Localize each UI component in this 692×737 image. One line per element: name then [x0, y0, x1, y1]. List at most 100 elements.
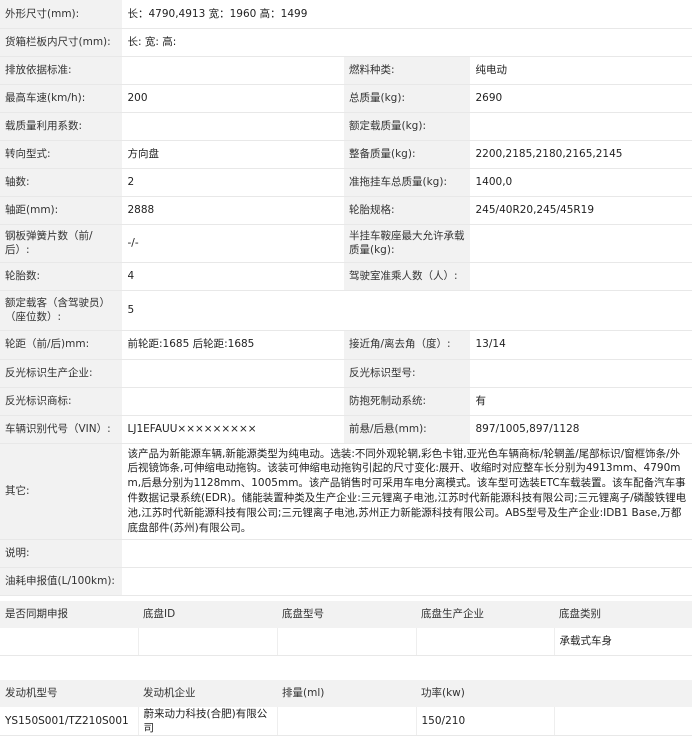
spec-label: 排放依据标准: — [0, 56, 123, 85]
spec-row: 排放依据标准: 燃料种类: 纯电动 — [0, 56, 692, 85]
engine-header-cell: 排量(ml) — [277, 680, 416, 707]
engine-cell — [277, 707, 417, 737]
chassis-cell: 承载式车身 — [554, 628, 692, 656]
spec-value — [470, 112, 692, 141]
spec-value: 长：4790,4913 宽：1960 高：1499 — [122, 0, 692, 29]
spec-label: 轴距(mm): — [0, 196, 123, 225]
chassis-row: 承载式车身 — [0, 628, 692, 656]
spec-label: 转向型式: — [0, 140, 123, 169]
spec-value: 2200,2185,2180,2165,2145 — [470, 140, 692, 169]
chassis-header-cell: 底盘型号 — [277, 601, 416, 628]
spec-label: 额定载质量(kg): — [344, 112, 471, 141]
spec-row: 反光标识商标: 防抱死制动系统: 有 — [0, 387, 692, 416]
engine-table: 发动机型号 发动机企业 排量(ml) 功率(kw) YS150S001/TZ210S00… — [0, 680, 692, 737]
spec-value — [122, 539, 692, 568]
spec-row: 轴距(mm): 2888 轮胎规格: 245/40R20,245/45R19 — [0, 196, 692, 225]
spec-label: 驾驶室准乘人数（人）: — [344, 262, 471, 291]
spec-row: 车辆识别代号（VIN）: LJ1EFAUU××××××××× 前悬/后悬(mm): 8… — [0, 415, 692, 444]
spec-row: 外形尺寸(mm): 长：4790,4913 宽：1960 高：1499 — [0, 0, 692, 29]
spec-label: 整备质量(kg): — [344, 140, 471, 169]
spec-label: 货箱栏板内尺寸(mm): — [0, 28, 123, 57]
engine-header-cell: 功率(kw) — [416, 680, 554, 707]
engine-cell: YS150S001/TZ210S001 — [0, 707, 139, 737]
spec-row: 其它: 该产品为新能源车辆,新能源类型为纯电动。选装:不同外观轮辋,彩色卡钳,亚光… — [0, 443, 692, 540]
engine-header-cell: 发动机企业 — [138, 680, 277, 707]
spec-label: 钢板弹簧片数（前/后）: — [0, 224, 123, 263]
spec-label: 前悬/后悬(mm): — [344, 415, 471, 444]
engine-header-cell: 发动机型号 — [0, 680, 138, 707]
spec-value — [122, 387, 344, 416]
spec-value — [470, 359, 692, 388]
spec-value — [122, 56, 344, 85]
engine-cell: 蔚来动力科技(合肥)有限公司 — [138, 707, 278, 737]
spec-row: 货箱栏板内尺寸(mm): 长: 宽: 高: — [0, 28, 692, 57]
spec-value: 200 — [122, 84, 344, 113]
chassis-cell — [138, 628, 278, 656]
chassis-header-cell: 底盘ID — [138, 601, 277, 628]
spec-row: 轮胎数: 4 驾驶室准乘人数（人）: — [0, 262, 692, 291]
spec-value — [122, 112, 344, 141]
spec-label: 油耗申报值(L/100km): — [0, 567, 123, 596]
engine-cell — [554, 707, 692, 737]
spec-label: 最高车速(km/h): — [0, 84, 123, 113]
chassis-table: 是否同期申报 底盘ID 底盘型号 底盘生产企业 底盘类别 承载式车身 — [0, 601, 692, 656]
chassis-header-cell: 底盘类别 — [554, 601, 692, 628]
spec-label: 轴数: — [0, 168, 123, 197]
spec-label: 接近角/离去角（度）: — [344, 330, 471, 360]
spec-label: 半挂车鞍座最大允许承载质量(kg): — [344, 224, 471, 263]
engine-cell: 150/210 — [416, 707, 555, 737]
spec-value: LJ1EFAUU××××××××× — [122, 415, 344, 444]
spec-value: 2 — [122, 168, 344, 197]
spec-label: 外形尺寸(mm): — [0, 0, 123, 29]
spec-row: 额定载客（含驾驶员）（座位数）: 5 — [0, 290, 692, 331]
spec-value: 该产品为新能源车辆,新能源类型为纯电动。选装:不同外观轮辋,彩色卡钳,亚光色车辆… — [122, 443, 692, 540]
spec-value: 纯电动 — [470, 56, 692, 85]
chassis-cell — [416, 628, 555, 656]
engine-row: YS150S001/TZ210S001 蔚来动力科技(合肥)有限公司 150/210 — [0, 707, 692, 737]
spec-label: 车辆识别代号（VIN）: — [0, 415, 123, 444]
chassis-header-cell: 底盘生产企业 — [416, 601, 554, 628]
spec-row: 说明: — [0, 539, 692, 568]
spec-row: 轮距（前/后)mm: 前轮距:1685 后轮距:1685 接近角/离去角（度）: 13… — [0, 330, 692, 360]
spec-row: 轴数: 2 准拖挂车总质量(kg): 1400,0 — [0, 168, 692, 197]
spec-label: 反光标识生产企业: — [0, 359, 123, 388]
chassis-cell — [277, 628, 417, 656]
spec-value: 4 — [122, 262, 344, 291]
spec-value — [470, 224, 692, 263]
spec-label: 燃料种类: — [344, 56, 471, 85]
spec-value: 前轮距:1685 后轮距:1685 — [122, 330, 344, 360]
spec-label: 额定载客（含驾驶员）（座位数）: — [0, 290, 123, 331]
spec-label: 轮胎数: — [0, 262, 123, 291]
spec-value: 13/14 — [470, 330, 692, 360]
spec-value — [122, 359, 344, 388]
spec-row: 转向型式: 方向盘 整备质量(kg): 2200,2185,2180,2165,214… — [0, 140, 692, 169]
spec-value: 2888 — [122, 196, 344, 225]
spec-value: 长: 宽: 高: — [122, 28, 692, 57]
spec-label: 轮距（前/后)mm: — [0, 330, 123, 360]
spec-value — [470, 262, 692, 291]
spec-row: 最高车速(km/h): 200 总质量(kg): 2690 — [0, 84, 692, 113]
spec-label: 总质量(kg): — [344, 84, 471, 113]
spec-label: 反光标识商标: — [0, 387, 123, 416]
engine-header-row: 发动机型号 发动机企业 排量(ml) 功率(kw) — [0, 680, 692, 707]
spec-label: 载质量利用系数: — [0, 112, 123, 141]
engine-header-cell — [554, 680, 692, 707]
spec-value: 245/40R20,245/45R19 — [470, 196, 692, 225]
spec-value: 5 — [122, 290, 692, 331]
chassis-header-row: 是否同期申报 底盘ID 底盘型号 底盘生产企业 底盘类别 — [0, 601, 692, 628]
chassis-cell — [0, 628, 139, 656]
spec-label: 轮胎规格: — [344, 196, 471, 225]
spec-value: 1400,0 — [470, 168, 692, 197]
vehicle-spec-table: 外形尺寸(mm): 长：4790,4913 宽：1960 高：1499 货箱栏板内尺… — [0, 0, 692, 596]
spec-row: 油耗申报值(L/100km): — [0, 567, 692, 596]
spec-value: 897/1005,897/1128 — [470, 415, 692, 444]
spec-value — [122, 567, 692, 596]
spec-row: 钢板弹簧片数（前/后）: -/- 半挂车鞍座最大允许承载质量(kg): — [0, 224, 692, 263]
spec-label: 其它: — [0, 443, 123, 540]
spec-label: 防抱死制动系统: — [344, 387, 471, 416]
spec-value: 方向盘 — [122, 140, 344, 169]
spec-label: 反光标识型号: — [344, 359, 471, 388]
spec-label: 准拖挂车总质量(kg): — [344, 168, 471, 197]
spec-row: 载质量利用系数: 额定载质量(kg): — [0, 112, 692, 141]
spec-value: -/- — [122, 224, 344, 263]
